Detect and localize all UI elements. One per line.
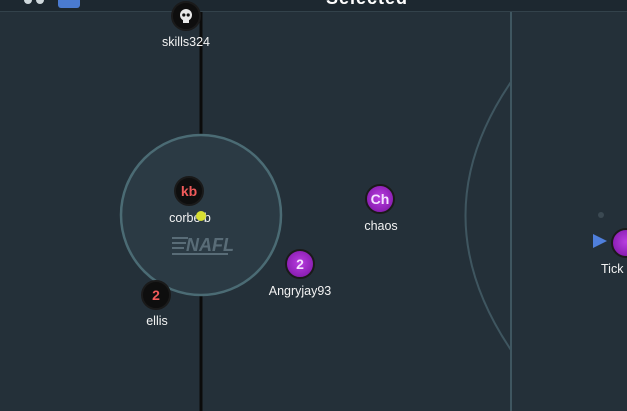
player-token[interactable]: kb	[174, 176, 204, 206]
player-token[interactable]: 2	[285, 249, 315, 279]
top-bar-title: Selected	[326, 0, 408, 9]
player-name: ellis	[146, 314, 168, 328]
league-logo-text: NAFL	[186, 235, 234, 255]
play-arrow-icon[interactable]	[593, 234, 607, 248]
player-name: chaos	[364, 219, 398, 233]
player-token[interactable]: 2	[141, 280, 171, 310]
selected-toggle-button[interactable]	[58, 0, 80, 8]
skull-icon	[180, 9, 192, 23]
player-name: Tick	[601, 262, 624, 276]
pitch: NAFL	[0, 0, 627, 411]
player-token[interactable]: Ch	[365, 184, 395, 214]
top-bar: Selected	[0, 0, 627, 12]
player-name: skills324	[162, 35, 210, 49]
menu-icon[interactable]	[22, 0, 46, 8]
player-token[interactable]	[171, 1, 201, 31]
player-name: Angryjay93	[268, 284, 332, 298]
marker-dot	[598, 212, 604, 218]
ball[interactable]	[196, 211, 206, 221]
